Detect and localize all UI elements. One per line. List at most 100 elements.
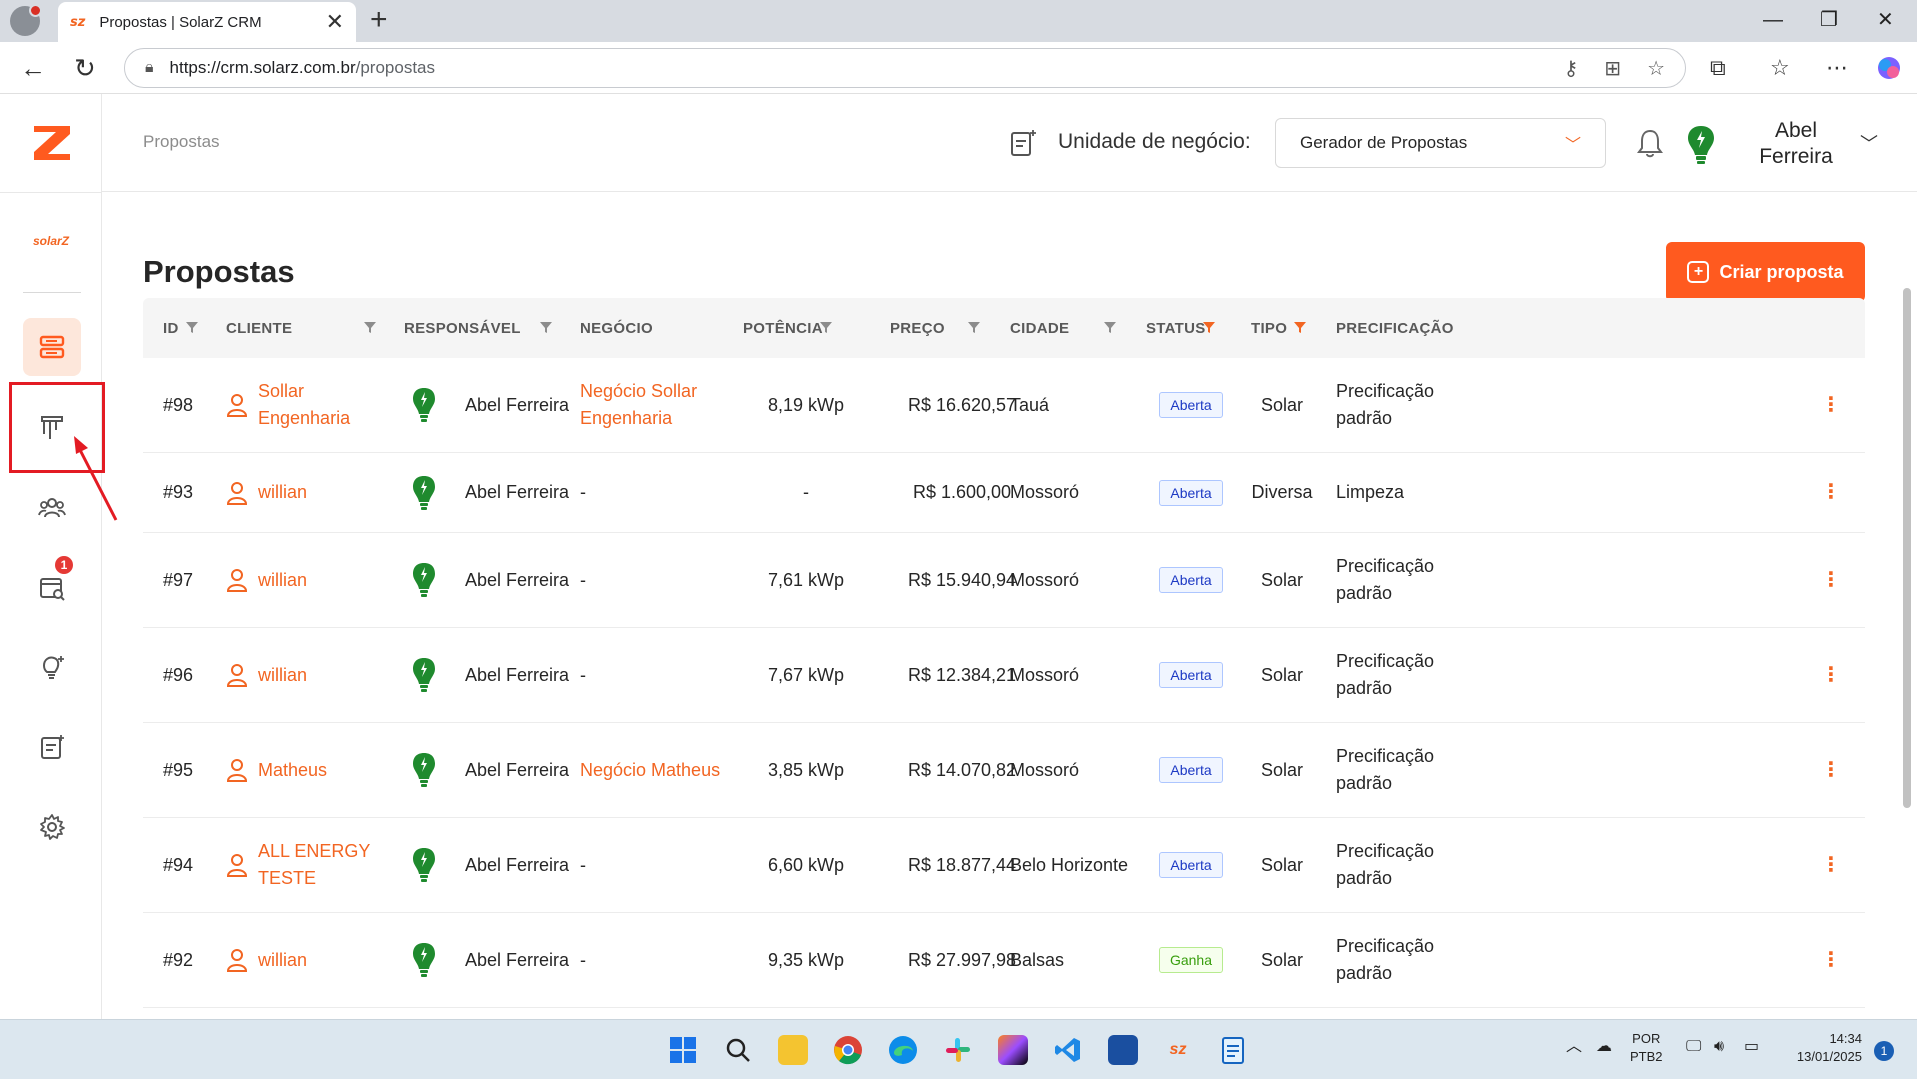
cell-responsavel: Abel Ferreira <box>411 723 569 817</box>
new-tab-icon[interactable]: + <box>370 3 388 37</box>
reload-icon[interactable]: ↻ <box>74 54 96 82</box>
table-row[interactable]: #98 Sollar Engenharia Abel Ferreira Negócio… <box>143 358 1865 453</box>
client-name-link[interactable]: willian <box>258 567 307 594</box>
windows-start-icon[interactable] <box>665 1032 701 1068</box>
restore-icon[interactable]: ❐ <box>1820 8 1838 32</box>
client-name-link[interactable]: willian <box>258 479 307 506</box>
onedrive-cloud-icon[interactable]: ☁ <box>1596 1038 1612 1056</box>
notification-center-badge[interactable]: 1 <box>1874 1041 1894 1061</box>
bell-icon[interactable] <box>1637 128 1663 158</box>
chrome-icon[interactable] <box>830 1032 866 1068</box>
notification-badge: 1 <box>55 556 73 574</box>
edge-icon[interactable] <box>885 1032 921 1068</box>
create-proposal-button[interactable]: + Criar proposta <box>1666 242 1865 302</box>
clock[interactable]: 14:34 13/01/2025 <box>1784 1030 1862 1066</box>
business-unit-select[interactable]: Gerador de Propostas ﹀ <box>1275 118 1606 168</box>
row-actions-kebab-icon[interactable]: ⋮ <box>1821 453 1841 532</box>
cell-negocio: - <box>580 664 586 685</box>
cell-cliente[interactable]: willian <box>226 453 386 532</box>
whiteboard-icon[interactable] <box>1105 1032 1141 1068</box>
slack-icon[interactable] <box>940 1032 976 1068</box>
favorites-list-icon[interactable]: ☆ <box>1770 55 1790 81</box>
avatar[interactable] <box>1686 124 1716 166</box>
table-body: #98 Sollar Engenharia Abel Ferreira Negócio… <box>143 358 1865 1008</box>
row-actions-kebab-icon[interactable]: ⋮ <box>1821 818 1841 912</box>
table-row[interactable]: #95 Matheus Abel Ferreira Negócio Matheus 3,… <box>143 723 1865 818</box>
cell-cliente[interactable]: Sollar Engenharia <box>226 358 386 452</box>
client-name-link[interactable]: willian <box>258 947 307 974</box>
jetbrains-icon[interactable] <box>995 1032 1031 1068</box>
solarz-logo-icon[interactable] <box>30 120 74 164</box>
cell-negocio[interactable]: Negócio Sollar Engenharia <box>580 358 730 452</box>
table-row[interactable]: #92 willian Abel Ferreira -9,35 kWp R$ 27.99… <box>143 913 1865 1008</box>
row-actions-kebab-icon[interactable]: ⋮ <box>1821 628 1841 722</box>
client-name-link[interactable]: willian <box>258 662 307 689</box>
password-key-icon[interactable]: ⚷ <box>1564 56 1579 81</box>
row-actions-kebab-icon[interactable]: ⋮ <box>1821 358 1841 452</box>
filter-active-icon[interactable] <box>1202 320 1216 334</box>
filter-icon[interactable] <box>185 320 199 334</box>
apps-icon[interactable]: ⊞ <box>1604 56 1621 81</box>
row-actions-kebab-icon[interactable]: ⋮ <box>1821 723 1841 817</box>
filter-active-icon[interactable] <box>1293 320 1307 334</box>
client-name-link[interactable]: Matheus <box>258 757 327 784</box>
cell-responsavel: Abel Ferreira <box>411 358 569 452</box>
window-close-icon[interactable]: ✕ <box>1877 8 1894 32</box>
breadcrumb[interactable]: Propostas <box>143 132 220 152</box>
filter-icon[interactable] <box>819 320 833 334</box>
favorite-star-icon[interactable]: ☆ <box>1647 56 1665 81</box>
client-name-link[interactable]: ALL ENERGY TESTE <box>258 838 386 892</box>
copilot-icon[interactable] <box>1876 55 1902 87</box>
tray-overflow-chevron-icon[interactable]: ︿ <box>1566 1038 1582 1056</box>
table-row[interactable]: #97 willian Abel Ferreira -7,61 kWp R$ 15.94… <box>143 533 1865 628</box>
search-icon[interactable] <box>720 1032 756 1068</box>
file-explorer-icon[interactable] <box>775 1032 811 1068</box>
column-header-precificacao: PRECIFICAÇÃO <box>1336 319 1454 337</box>
cell-negocio[interactable]: Negócio Matheus <box>580 723 730 817</box>
volume-icon[interactable]: 🔊︎ <box>1714 1038 1724 1056</box>
status-badge: Aberta <box>1159 479 1223 506</box>
more-menu-icon[interactable]: ⋯ <box>1826 55 1848 81</box>
extensions-icon[interactable]: ⧉ <box>1710 55 1726 81</box>
client-name-link[interactable]: Sollar Engenharia <box>258 378 386 432</box>
network-icon[interactable]: 🖵︎ <box>1686 1038 1701 1056</box>
cell-cliente[interactable]: ALL ENERGY TESTE <box>226 818 386 912</box>
table-row[interactable]: #94 ALL ENERGY TESTE Abel Ferreira - 6,60 kW… <box>143 818 1865 913</box>
solarz-app-icon[interactable]: sz <box>1160 1032 1196 1068</box>
row-actions-kebab-icon[interactable]: ⋮ <box>1821 913 1841 1007</box>
url-input[interactable]: 🔒︎ https://crm.solarz.com.br/propostas ⚷… <box>124 48 1686 88</box>
sidebar-item-documentos[interactable] <box>23 718 81 776</box>
cell-cliente[interactable]: willian <box>226 533 386 627</box>
cell-cliente[interactable]: Matheus <box>226 723 386 817</box>
cell-cliente[interactable]: willian <box>226 628 386 722</box>
cell-cliente[interactable]: willian <box>226 913 386 1007</box>
browser-profile-icon[interactable] <box>10 4 42 36</box>
vscode-icon[interactable] <box>1050 1032 1086 1068</box>
table-row[interactable]: #93 willian Abel Ferreira - - R$ 1.600,00 Moss… <box>143 453 1865 533</box>
battery-icon[interactable]: ▭ <box>1744 1038 1759 1056</box>
site-info-icon[interactable]: 🔒︎ <box>145 59 154 77</box>
sidebar-item-configuracoes[interactable] <box>23 798 81 856</box>
language-indicator[interactable]: POR PTB2 <box>1630 1030 1663 1066</box>
cell-id: #93 <box>163 482 194 502</box>
browser-tab-active[interactable]: sz Propostas | SolarZ CRM ✕ <box>58 2 356 42</box>
user-name[interactable]: Abel Ferreira <box>1740 118 1852 170</box>
status-badge: Aberta <box>1159 662 1223 688</box>
page-scrollbar[interactable] <box>1903 288 1911 808</box>
notepad-icon[interactable] <box>1215 1032 1251 1068</box>
filter-icon[interactable] <box>1103 320 1117 334</box>
sidebar-item-agenda[interactable]: 1 <box>23 556 81 616</box>
filter-icon[interactable] <box>363 320 377 334</box>
close-tab-icon[interactable]: ✕ <box>326 11 344 33</box>
sidebar-item-propostas[interactable] <box>23 318 81 376</box>
table-row[interactable]: #96 willian Abel Ferreira -7,67 kWp R$ 12.38… <box>143 628 1865 723</box>
minimize-icon[interactable]: — <box>1763 8 1783 32</box>
filter-icon[interactable] <box>967 320 981 334</box>
filter-icon[interactable] <box>539 320 553 334</box>
cell-id: #95 <box>163 759 194 780</box>
row-actions-kebab-icon[interactable]: ⋮ <box>1821 533 1841 627</box>
sidebar-item-ideias[interactable] <box>23 638 81 696</box>
back-icon[interactable]: ← <box>20 54 46 82</box>
user-menu-chevron-icon[interactable]: ﹀ <box>1860 130 1878 156</box>
url-text: https://crm.solarz.com.br/propostas <box>169 58 436 77</box>
